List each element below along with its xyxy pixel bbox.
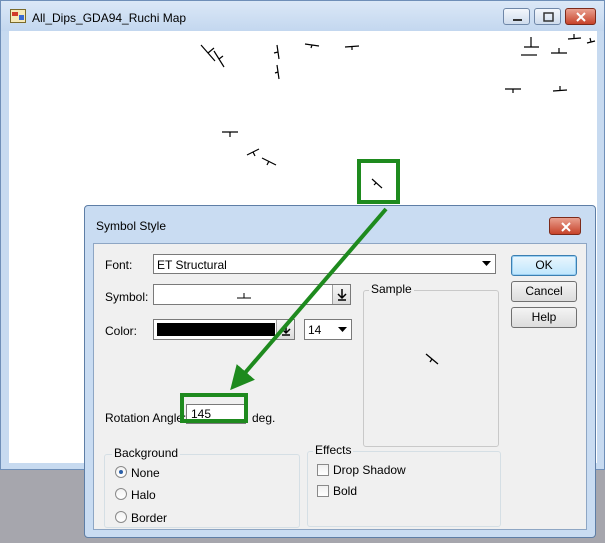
- dialog-titlebar[interactable]: Symbol Style: [85, 206, 595, 236]
- symbol-label: Symbol:: [105, 290, 149, 304]
- sample-panel: [363, 290, 499, 447]
- maximize-icon: [543, 12, 554, 22]
- symbol-select[interactable]: [153, 284, 351, 305]
- dip-symbol: [524, 37, 539, 48]
- maximize-button[interactable]: [534, 8, 561, 25]
- help-button[interactable]: Help: [511, 307, 577, 328]
- dip-symbol: [586, 37, 596, 44]
- chevron-down-icon: [482, 261, 491, 266]
- map-titlebar[interactable]: All_Dips_GDA94_Ruchi Map: [1, 1, 604, 31]
- sample-label: Sample: [369, 282, 414, 296]
- dip-symbol: [273, 44, 280, 60]
- map-window-title: All_Dips_GDA94_Ruchi Map: [32, 11, 187, 25]
- color-label: Color:: [105, 324, 138, 338]
- background-halo-radio[interactable]: [115, 488, 127, 500]
- symbol-highlight-box: [357, 159, 400, 204]
- size-select[interactable]: 14: [304, 319, 352, 340]
- font-select[interactable]: ET Structural: [153, 254, 496, 274]
- rotation-highlight-box: [180, 393, 248, 423]
- background-group-title: Background: [112, 446, 181, 460]
- color-swatch: [157, 323, 275, 336]
- close-icon: [576, 12, 586, 22]
- background-border-radio[interactable]: [115, 511, 127, 523]
- ok-button[interactable]: OK: [511, 255, 577, 276]
- bold-checkbox[interactable]: [317, 485, 329, 497]
- rotation-unit-label: deg.: [252, 411, 276, 425]
- dip-symbol: [505, 88, 521, 93]
- color-dropdown-button[interactable]: [276, 320, 294, 339]
- color-select[interactable]: [153, 319, 295, 340]
- dip-symbol: [304, 43, 320, 49]
- effects-group-title: Effects: [313, 443, 354, 457]
- cancel-button[interactable]: Cancel: [511, 281, 577, 302]
- font-label: Font:: [105, 258, 133, 272]
- background-halo-label[interactable]: Halo: [131, 488, 156, 502]
- dip-symbol: [222, 131, 238, 137]
- minimize-button[interactable]: [503, 8, 530, 25]
- bold-label[interactable]: Bold: [333, 484, 357, 498]
- map-close-button[interactable]: [565, 8, 596, 25]
- background-none-label[interactable]: None: [131, 466, 160, 480]
- radio-selected-dot: [119, 470, 123, 474]
- symbol-preview-glyph: [237, 293, 251, 299]
- dip-symbol: [261, 157, 277, 166]
- close-icon: [561, 222, 571, 232]
- dialog-body: Font: ET Structural Symbol: Color: 14 Sa…: [93, 243, 587, 530]
- size-select-value: 14: [308, 323, 322, 337]
- background-none-radio[interactable]: [115, 466, 127, 478]
- map-window-icon: [10, 9, 26, 23]
- font-select-value: ET Structural: [157, 258, 227, 272]
- dip-symbol: [344, 45, 360, 50]
- sample-symbol: [425, 353, 439, 365]
- arrow-down-icon: [337, 289, 347, 301]
- arrow-down-icon: [281, 324, 291, 336]
- symbol-dropdown-button[interactable]: [332, 285, 350, 304]
- drop-shadow-label[interactable]: Drop Shadow: [333, 463, 406, 477]
- background-border-label[interactable]: Border: [131, 511, 167, 525]
- dialog-close-button[interactable]: [549, 217, 581, 235]
- symbol-style-dialog: Symbol Style Font: ET Structural Symbol:…: [84, 205, 596, 538]
- dip-symbol: [246, 148, 260, 157]
- dip-symbol: [551, 48, 567, 54]
- dip-symbol: [552, 86, 568, 92]
- dip-symbol: [274, 64, 280, 80]
- dip-symbol: [213, 50, 225, 68]
- dialog-title: Symbol Style: [96, 219, 167, 233]
- minimize-icon: [513, 19, 522, 21]
- dip-symbol: [200, 44, 216, 62]
- chevron-down-icon: [338, 327, 347, 332]
- rotation-angle-label: Rotation Angle:: [105, 411, 187, 425]
- dip-symbol: [567, 34, 582, 40]
- drop-shadow-checkbox[interactable]: [317, 464, 329, 476]
